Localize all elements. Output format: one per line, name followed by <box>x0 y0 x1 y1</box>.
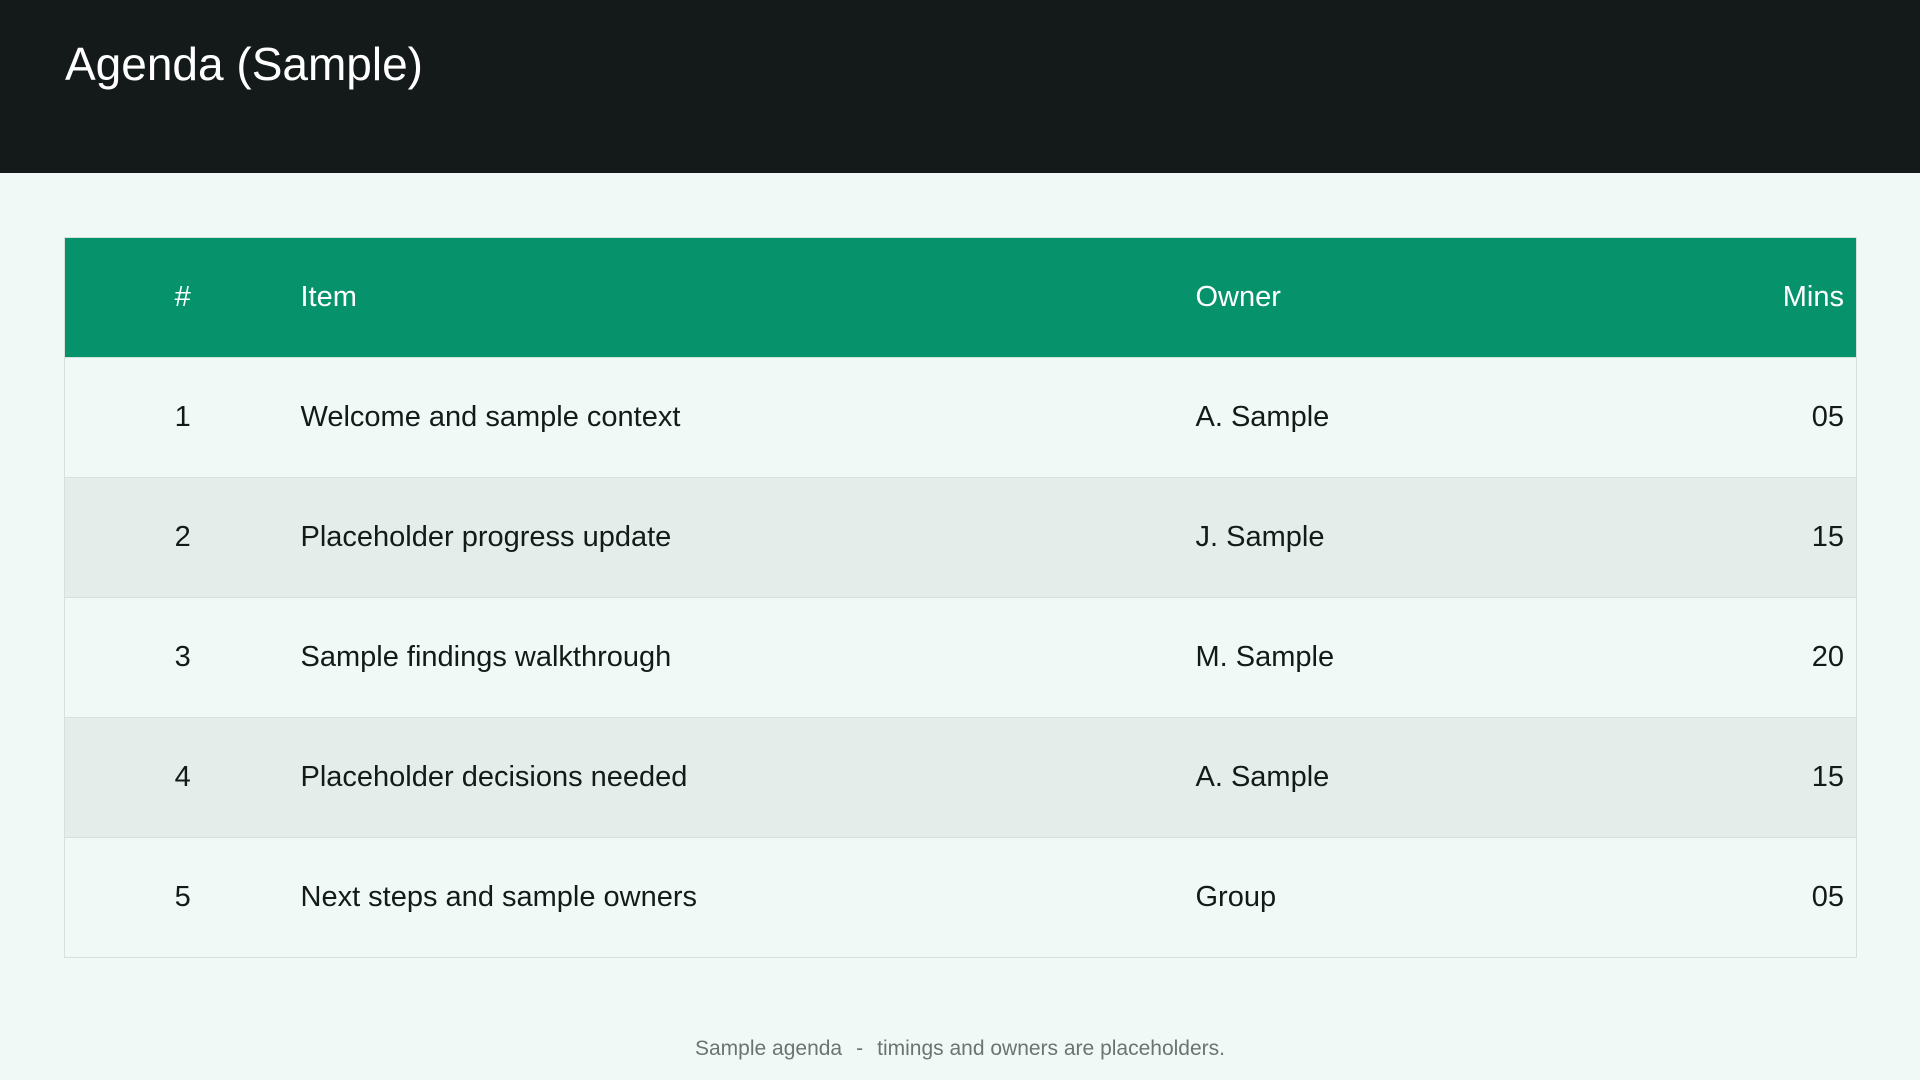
row-owner: J. Sample <box>1195 477 1734 598</box>
row-owner: A. Sample <box>1195 717 1734 838</box>
row-item: Welcome and sample context <box>300 357 1196 478</box>
row-mins: 15 <box>1733 477 1857 598</box>
footer-text-right: timings and owners are placeholders. <box>877 1037 1225 1060</box>
row-number: 2 <box>64 477 301 598</box>
table-header-row: # Item Owner Mins <box>64 237 1857 358</box>
table-row: 3 Sample findings walkthrough M. Sample … <box>64 597 1857 718</box>
column-header-owner: Owner <box>1195 237 1734 358</box>
row-owner: A. Sample <box>1195 357 1734 478</box>
agenda-table: # Item Owner Mins 1 Welcome and sample c… <box>64 237 1857 958</box>
row-mins: 05 <box>1733 357 1857 478</box>
table-row: 4 Placeholder decisions needed A. Sample… <box>64 717 1857 838</box>
row-item: Sample findings walkthrough <box>300 597 1196 718</box>
row-item: Placeholder decisions needed <box>300 717 1196 838</box>
column-header-mins: Mins <box>1733 237 1857 358</box>
row-number: 1 <box>64 357 301 478</box>
page-title: Agenda (Sample) <box>65 38 423 90</box>
footer-note: Sample agenda - timings and owners are pla… <box>0 1037 1920 1061</box>
row-item: Next steps and sample owners <box>300 837 1196 958</box>
row-number: 3 <box>64 597 301 718</box>
row-owner: Group <box>1195 837 1734 958</box>
column-header-item: Item <box>300 237 1196 358</box>
table-row: 1 Welcome and sample context A. Sample 0… <box>64 357 1857 478</box>
row-item: Placeholder progress update <box>300 477 1196 598</box>
title-bar: Agenda (Sample) <box>0 0 1920 173</box>
row-mins: 15 <box>1733 717 1857 838</box>
row-number: 4 <box>64 717 301 838</box>
column-header-number: # <box>64 237 301 358</box>
footer-separator: - <box>856 1037 864 1060</box>
row-mins: 05 <box>1733 837 1857 958</box>
table-row: 5 Next steps and sample owners Group 05 <box>64 837 1857 958</box>
row-number: 5 <box>64 837 301 958</box>
table-row: 2 Placeholder progress update J. Sample … <box>64 477 1857 598</box>
row-owner: M. Sample <box>1195 597 1734 718</box>
row-mins: 20 <box>1733 597 1857 718</box>
footer-text-left: Sample agenda <box>695 1037 843 1060</box>
